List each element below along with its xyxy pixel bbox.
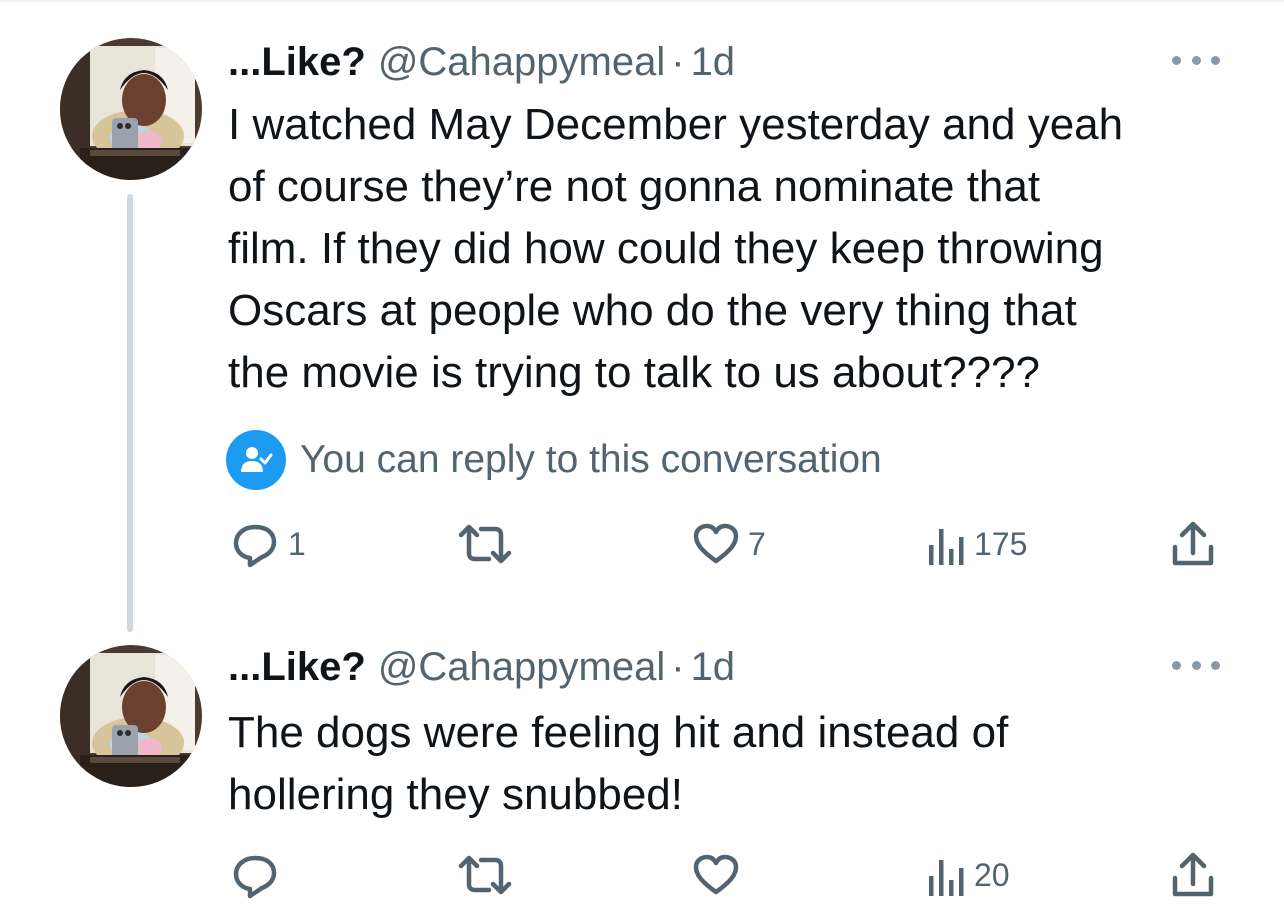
reply-button[interactable] xyxy=(230,847,288,903)
retweet-button[interactable] xyxy=(456,516,522,572)
views-button[interactable]: 20 xyxy=(926,847,1010,903)
top-divider xyxy=(0,0,1284,2)
avatar-image xyxy=(60,645,202,787)
display-name[interactable]: ...Like? xyxy=(228,37,366,87)
share-button[interactable] xyxy=(1170,516,1216,572)
reply-icon xyxy=(233,855,277,899)
like-button[interactable] xyxy=(692,847,748,903)
more-horizontal-icon[interactable] xyxy=(1172,50,1220,70)
tweet-header: ...Like? @Cahappymeal · 1d xyxy=(228,642,735,692)
like-button[interactable]: 7 xyxy=(692,516,766,572)
like-count: 7 xyxy=(748,525,766,562)
user-handle[interactable]: @Cahappymeal xyxy=(378,642,665,692)
share-button[interactable] xyxy=(1170,847,1216,903)
timestamp[interactable]: 1d xyxy=(691,642,736,692)
avatar-image xyxy=(60,38,202,180)
tweet-text: The dogs were feeling hit and instead of… xyxy=(228,702,1228,826)
avatar[interactable] xyxy=(60,645,202,787)
share-icon xyxy=(1172,852,1214,897)
tweet-text-line: The dogs were feeling hit and instead of xyxy=(228,708,1009,757)
person-check-icon xyxy=(226,430,286,490)
display-name[interactable]: ...Like? xyxy=(228,642,366,692)
reply-count: 1 xyxy=(288,525,306,562)
timestamp[interactable]: 1d xyxy=(691,37,736,87)
reply-icon xyxy=(233,524,277,568)
heart-icon xyxy=(693,854,739,895)
tweet-text-line: Oscars at people who do the very thing t… xyxy=(228,286,1077,335)
views-button[interactable]: 175 xyxy=(926,516,1027,572)
separator-dot: · xyxy=(671,40,685,84)
reply-notice-text: You can reply to this conversation xyxy=(300,438,882,481)
tweet-text-line: the movie is trying to talk to us about?… xyxy=(228,348,1041,397)
tweet-thread: ...Like? @Cahappymeal · 1d I watched May… xyxy=(0,0,1284,913)
separator-dot: · xyxy=(671,645,685,689)
reply-button[interactable]: 1 xyxy=(230,516,306,572)
heart-icon xyxy=(693,523,739,564)
retweet-button[interactable] xyxy=(456,847,522,903)
reply-notice: You can reply to this conversation xyxy=(226,430,882,490)
tweet-header: ...Like? @Cahappymeal · 1d xyxy=(228,37,735,87)
tweet-text-line: of course they’re not gonna nominate tha… xyxy=(228,162,1041,211)
views-count: 175 xyxy=(974,525,1028,562)
analytics-icon xyxy=(929,860,964,896)
tweet-text-line: I watched May December yesterday and yea… xyxy=(228,100,1124,149)
tweet-text: I watched May December yesterday and yea… xyxy=(228,94,1228,404)
tweet-text-line: hollering they snubbed! xyxy=(228,770,683,819)
retweet-icon xyxy=(458,524,512,564)
user-handle[interactable]: @Cahappymeal xyxy=(378,37,665,87)
analytics-icon xyxy=(929,529,964,565)
more-horizontal-icon[interactable] xyxy=(1172,655,1220,675)
share-icon xyxy=(1172,521,1214,566)
tweet-actions: 1 7 175 xyxy=(226,516,1226,572)
thread-connector-line xyxy=(127,194,133,632)
tweet-actions: 20 xyxy=(226,847,1226,903)
avatar[interactable] xyxy=(60,38,202,180)
tweet-text-line: film. If they did how could they keep th… xyxy=(228,224,1104,273)
retweet-icon xyxy=(458,855,512,895)
views-count: 20 xyxy=(974,856,1010,893)
